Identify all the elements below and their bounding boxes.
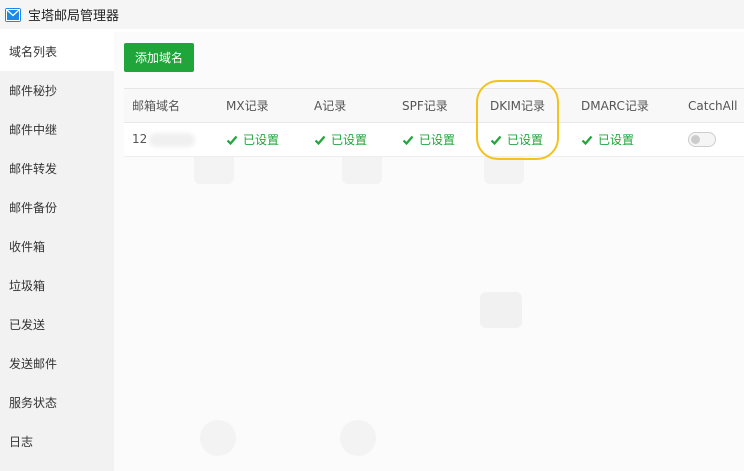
table-header: 邮箱域名 MX记录 A记录 SPF记录 DKIM记录 DMARC记录 Catch… (124, 89, 744, 123)
catchall-toggle[interactable] (688, 132, 716, 147)
domain-cell: 12 (124, 132, 218, 147)
spf-status: 已设置 (394, 131, 482, 148)
col-header-dkim: DKIM记录 (490, 99, 546, 113)
sidebar-item-mail-forward[interactable]: 邮件转发 (0, 149, 114, 188)
dmarc-status-label: 已设置 (598, 133, 635, 147)
col-header-dmarc: DMARC记录 (581, 99, 649, 113)
table-row: 12 已设置 已设置 已设置 已设置 已设置 (124, 123, 744, 157)
sidebar-item-mail-bcc[interactable]: 邮件秘抄 (0, 71, 114, 110)
domain-name: 12 (132, 132, 148, 147)
col-header-catchall: CatchAll (688, 98, 738, 113)
sidebar-item-mail-relay[interactable]: 邮件中继 (0, 110, 114, 149)
mx-status-label: 已设置 (243, 133, 280, 147)
col-header-domain: 邮箱域名 (132, 99, 181, 113)
app-title: 宝塔邮局管理器 (28, 9, 120, 24)
background-ghost (480, 292, 522, 328)
sidebar-item-spam[interactable]: 垃圾箱 (0, 266, 114, 305)
background-ghost (200, 420, 236, 456)
check-icon (402, 135, 414, 145)
mail-icon (5, 7, 21, 22)
sidebar-item-domain-list[interactable]: 域名列表 (0, 32, 114, 71)
domain-table: 邮箱域名 MX记录 A记录 SPF记录 DKIM记录 DMARC记录 Catch… (124, 88, 744, 157)
dkim-status: 已设置 (482, 131, 573, 148)
mx-status: 已设置 (218, 131, 306, 148)
sidebar: 域名列表 邮件秘抄 邮件中继 邮件转发 邮件备份 收件箱 垃圾箱 已发送 发送邮… (0, 32, 114, 471)
sidebar-item-sent[interactable]: 已发送 (0, 305, 114, 344)
spf-status-label: 已设置 (419, 133, 456, 147)
col-header-a: A记录 (314, 99, 347, 113)
check-icon (226, 135, 238, 145)
background-ghost (340, 420, 376, 456)
main-panel: 添加域名 邮箱域名 MX记录 A记录 SPF记录 DKIM记录 DMARC记录 … (114, 32, 744, 471)
a-status: 已设置 (306, 131, 394, 148)
check-icon (490, 135, 502, 145)
sidebar-item-send-mail[interactable]: 发送邮件 (0, 344, 114, 383)
sidebar-item-mail-backup[interactable]: 邮件备份 (0, 188, 114, 227)
sidebar-item-service-status[interactable]: 服务状态 (0, 383, 114, 422)
col-header-spf: SPF记录 (402, 99, 448, 113)
title-bar: 宝塔邮局管理器 (0, 0, 744, 29)
check-icon (314, 135, 326, 145)
check-icon (581, 135, 593, 145)
sidebar-item-inbox[interactable]: 收件箱 (0, 227, 114, 266)
dmarc-status: 已设置 (573, 131, 680, 148)
catchall-cell (680, 132, 744, 147)
sidebar-item-logs[interactable]: 日志 (0, 422, 114, 461)
dkim-status-label: 已设置 (507, 133, 544, 147)
add-domain-button[interactable]: 添加域名 (124, 43, 194, 72)
a-status-label: 已设置 (331, 133, 368, 147)
redacted-blur (149, 132, 196, 147)
col-header-mx: MX记录 (226, 99, 269, 113)
